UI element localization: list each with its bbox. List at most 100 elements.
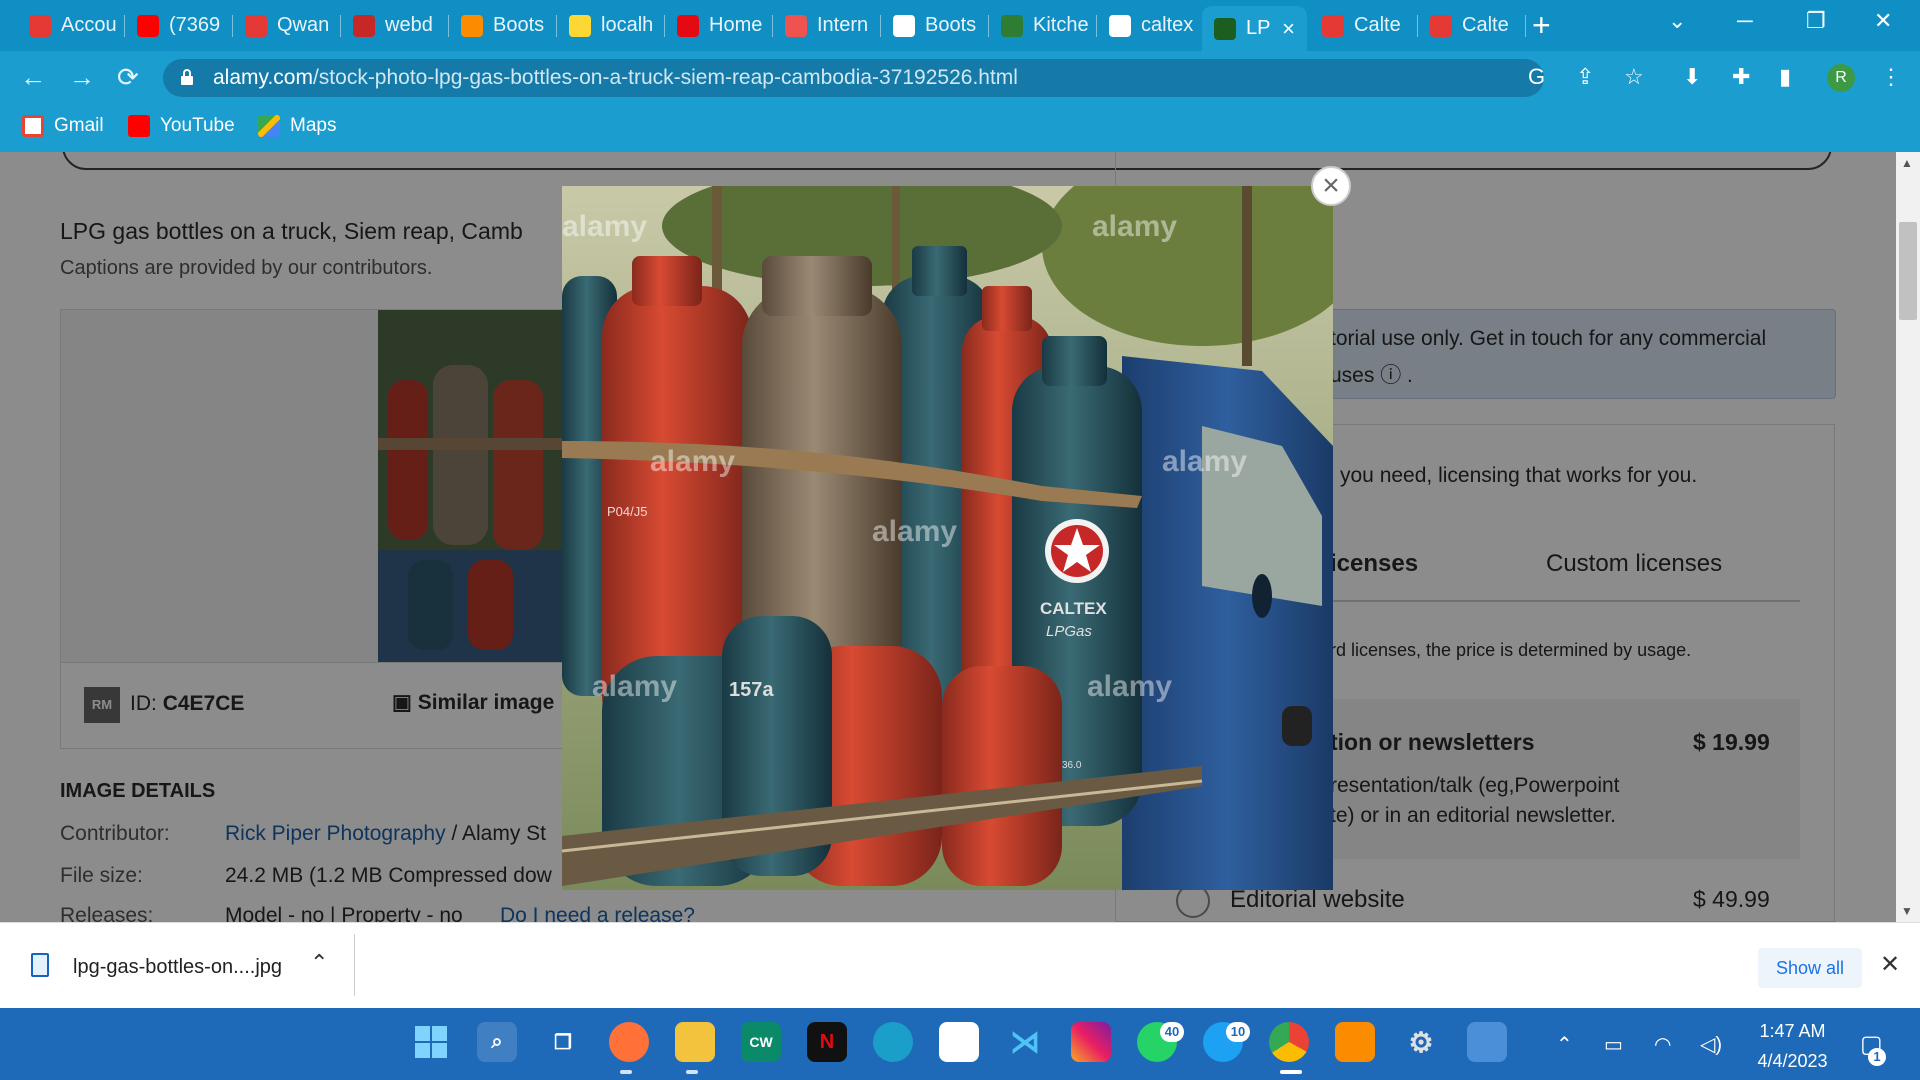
edge-icon[interactable] <box>873 1022 913 1062</box>
menu-icon[interactable]: ⋮ <box>1880 64 1902 90</box>
tab-10[interactable]: caltex <box>1097 6 1205 45</box>
localhost-icon <box>569 14 591 37</box>
extensions-icon[interactable]: ✚ <box>1732 64 1750 90</box>
tab-search-chevron-icon[interactable]: ⌄ <box>1668 8 1686 34</box>
bootstrap-icon <box>461 14 483 37</box>
bookmark-youtube[interactable]: YouTube <box>128 115 235 137</box>
url-text[interactable]: alamy.com/stock-photo-lpg-gas-bottles-on… <box>213 66 1018 90</box>
tab-1[interactable]: (7369 <box>125 6 233 45</box>
forward-button[interactable]: → <box>69 62 95 93</box>
store-icon[interactable] <box>939 1022 979 1062</box>
volume-icon[interactable]: ◁) <box>1700 1032 1722 1057</box>
download-bar <box>0 922 1920 1008</box>
scroll-down-icon[interactable]: ▼ <box>1901 904 1913 918</box>
tab-6[interactable]: Home <box>665 6 773 45</box>
k-icon <box>29 14 51 37</box>
tab-label: Calte <box>1354 14 1401 36</box>
profile-avatar[interactable]: R <box>1827 64 1855 92</box>
tab-label: Boots <box>493 14 545 36</box>
download-icon[interactable]: ⬇ <box>1683 64 1701 90</box>
tray-overflow-icon[interactable]: ⌃ <box>1556 1032 1573 1057</box>
tab-label: webd <box>385 14 433 36</box>
tank-number-text: 157a <box>729 679 774 701</box>
firefox-icon[interactable] <box>609 1022 649 1062</box>
tab-13[interactable]: Calte <box>1418 6 1526 45</box>
tab-8[interactable]: Boots <box>881 6 989 45</box>
tab-label: localh <box>601 14 654 36</box>
lpgas-text: LPGas <box>1046 623 1092 640</box>
close-window-button[interactable]: ✕ <box>1874 8 1892 34</box>
watermark-3: alamy <box>650 445 735 478</box>
tank-code-text: 36.0 <box>1062 760 1082 771</box>
netflix-icon[interactable]: N <box>807 1022 847 1062</box>
share-icon[interactable]: ⇪ <box>1576 64 1594 90</box>
google-lens-icon[interactable]: G <box>1528 64 1545 90</box>
clock-time: 1:47 AM <box>1759 1021 1826 1041</box>
tab-2[interactable]: Qwan <box>233 6 341 45</box>
cw-app-icon[interactable]: CW <box>741 1022 781 1062</box>
tab-label: caltex <box>1141 14 1194 36</box>
lpg-truck-photo: CALTEX LPGas 36.0 P04/J5 157a alamy alam… <box>562 186 1333 890</box>
netflix-icon <box>677 14 699 37</box>
file-explorer-icon[interactable] <box>675 1022 715 1062</box>
instagram-icon[interactable] <box>1071 1022 1111 1062</box>
tab-5[interactable]: localh <box>557 6 665 45</box>
minimize-button[interactable]: ─ <box>1737 8 1753 34</box>
tab-11[interactable]: LP × <box>1202 6 1307 51</box>
close-download-bar-icon[interactable]: ✕ <box>1880 950 1900 979</box>
caltex-icon <box>1322 14 1344 37</box>
settings-icon[interactable]: ⚙ <box>1401 1022 1441 1062</box>
clock-date: 4/4/2023 <box>1757 1051 1828 1071</box>
explorer-indicator <box>686 1070 698 1074</box>
wifi-icon[interactable]: ◠ <box>1654 1032 1671 1057</box>
gmail-icon <box>22 115 44 137</box>
file-icon <box>31 953 49 977</box>
alamy-icon <box>1214 17 1236 40</box>
scrollbar-thumb[interactable] <box>1899 222 1917 320</box>
chrome-icon[interactable] <box>1269 1022 1309 1062</box>
caltex-icon <box>1430 14 1452 37</box>
notifications-badge: 1 <box>1868 1048 1886 1066</box>
download-filename[interactable]: lpg-gas-bottles-on....jpg <box>73 956 282 979</box>
bookmark-star-icon[interactable]: ☆ <box>1624 64 1644 90</box>
tab-label: Calte <box>1462 14 1509 36</box>
search-icon[interactable]: ⌕ <box>477 1022 517 1062</box>
back-button[interactable]: ← <box>20 62 46 93</box>
tab-0[interactable]: Accou <box>17 6 125 45</box>
start-button[interactable] <box>411 1022 451 1062</box>
tab-7[interactable]: Intern <box>773 6 881 45</box>
chevron-up-icon[interactable]: ⌃ <box>310 950 328 976</box>
bookmark-gmail[interactable]: Gmail <box>22 115 104 137</box>
show-all-button[interactable]: Show all <box>1758 948 1862 988</box>
webd-icon <box>353 14 375 37</box>
clock[interactable]: 1:47 AM 4/4/2023 <box>1735 1016 1850 1076</box>
scroll-up-icon[interactable]: ▲ <box>1901 156 1913 170</box>
watermark-6: alamy <box>592 670 677 703</box>
tab-label: (7369 <box>169 14 221 36</box>
reload-button[interactable]: ⟳ <box>117 62 139 93</box>
side-panel-icon[interactable]: ▮ <box>1779 64 1791 90</box>
caltex-brand-text: CALTEX <box>1040 599 1107 618</box>
tank-label-text: P04/J5 <box>607 504 647 519</box>
tab-label: Intern <box>817 14 869 36</box>
tab-12[interactable]: Calte <box>1310 6 1418 45</box>
tab-4[interactable]: Boots <box>449 6 557 45</box>
image-lightbox: CALTEX LPGas 36.0 P04/J5 157a alamy alam… <box>562 186 1333 890</box>
xampp-icon[interactable] <box>1335 1022 1375 1062</box>
bookmark-maps[interactable]: Maps <box>258 115 336 137</box>
photos-icon[interactable] <box>1467 1022 1507 1062</box>
close-lightbox-button[interactable]: × <box>1311 166 1351 206</box>
restore-button[interactable]: ❐ <box>1806 8 1826 34</box>
task-view-icon[interactable]: ❐ <box>543 1022 583 1062</box>
watermark-1: alamy <box>562 210 647 243</box>
tab-3[interactable]: webd <box>341 6 449 45</box>
vscode-icon[interactable]: ⋊ <box>1005 1022 1045 1062</box>
close-tab-icon[interactable]: × <box>1282 16 1295 42</box>
new-tab-button[interactable]: + <box>1532 9 1551 41</box>
google-icon <box>1109 14 1131 37</box>
tab-9[interactable]: Kitche <box>989 6 1097 45</box>
lock-icon[interactable] <box>180 68 194 86</box>
battery-icon[interactable]: ▭ <box>1604 1032 1623 1057</box>
tab-label: LP <box>1246 17 1271 39</box>
globe-icon <box>893 14 915 37</box>
